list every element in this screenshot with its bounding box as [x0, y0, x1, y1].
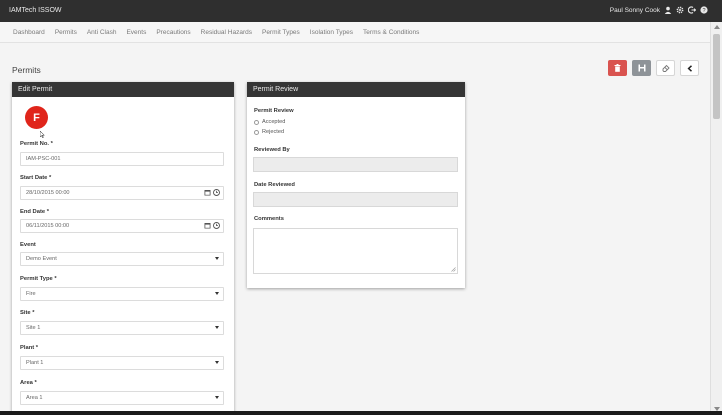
scroll-thumb[interactable]	[713, 34, 720, 119]
nav-item-isolation-types[interactable]: Isolation Types	[305, 29, 358, 36]
calendar-icon[interactable]	[204, 189, 211, 196]
window-frame-bottom	[0, 411, 722, 415]
rejected-label: Rejected	[262, 129, 285, 135]
permit-type-label: Permit Type *	[20, 276, 57, 282]
caret-down-icon	[215, 396, 219, 399]
page-scrollbar[interactable]	[710, 22, 722, 415]
help-icon[interactable]: ?	[700, 6, 708, 14]
caret-down-icon	[215, 292, 219, 295]
area-select[interactable]: Area 1	[20, 391, 224, 405]
accepted-radio[interactable]	[254, 119, 259, 125]
permit-review-label: Permit Review	[254, 108, 294, 114]
app-title[interactable]: IAMTech ISSOW	[9, 7, 62, 14]
accepted-label: Accepted	[262, 119, 286, 125]
nav-item-permit-types[interactable]: Permit Types	[257, 29, 305, 36]
permit-no-value: IAM-PSC-001	[26, 156, 61, 162]
site-select[interactable]: Site 1	[20, 321, 224, 335]
reviewed-by-field[interactable]	[253, 157, 458, 172]
event-label: Event	[20, 242, 36, 248]
start-date-field[interactable]: 28/10/2015 00:00	[20, 186, 224, 200]
event-value: Demo Event	[26, 256, 57, 262]
eraser-button[interactable]	[656, 60, 675, 76]
caret-down-icon	[215, 326, 219, 329]
event-select[interactable]: Demo Event	[20, 252, 224, 266]
permit-review-title: Permit Review	[247, 82, 465, 97]
permit-type-value: Fire	[26, 291, 36, 297]
site-label: Site *	[20, 310, 35, 316]
comments-label: Comments	[254, 216, 284, 222]
nav-item-dashboard[interactable]: Dashboard	[8, 29, 50, 36]
mouse-cursor-icon	[40, 131, 45, 138]
permit-no-label: Permit No. *	[20, 141, 53, 147]
edit-permit-panel: Edit Permit F Permit No. * IAM-PSC-001 S…	[12, 82, 234, 415]
clock-icon[interactable]	[213, 189, 220, 196]
site-value: Site 1	[26, 325, 41, 331]
rejected-radio[interactable]	[254, 129, 259, 135]
permit-no-field[interactable]: IAM-PSC-001	[20, 152, 224, 166]
nav-item-terms-conditions[interactable]: Terms & Conditions	[358, 29, 424, 36]
start-date-label: Start Date *	[20, 175, 52, 181]
nav-item-anti-clash[interactable]: Anti Clash	[82, 29, 122, 36]
main-nav: Dashboard Permits Anti Clash Events Prec…	[0, 22, 710, 43]
delete-button[interactable]	[608, 60, 627, 76]
nav-item-events[interactable]: Events	[121, 29, 151, 36]
svg-text:?: ?	[702, 8, 705, 14]
reviewed-by-label: Reviewed By	[254, 147, 290, 153]
user-name[interactable]: Paul Sonny Cook	[610, 7, 660, 14]
plant-label: Plant *	[20, 345, 39, 351]
area-value: Area 1	[26, 395, 43, 401]
user-icon[interactable]	[664, 6, 672, 14]
permit-avatar[interactable]: F	[25, 106, 48, 129]
clock-icon[interactable]	[213, 222, 220, 229]
nav-item-permits[interactable]: Permits	[50, 29, 82, 36]
gear-icon[interactable]	[676, 6, 684, 14]
save-icon	[638, 64, 645, 72]
date-reviewed-label: Date Reviewed	[254, 182, 295, 188]
page-title: Permits	[12, 65, 41, 75]
top-bar: IAMTech ISSOW Paul Sonny Cook ?	[0, 0, 722, 22]
nav-item-precautions[interactable]: Precautions	[151, 29, 195, 36]
calendar-icon[interactable]	[204, 222, 211, 229]
end-date-label: End Date *	[20, 209, 49, 215]
comments-textarea[interactable]	[253, 228, 458, 274]
save-button[interactable]	[632, 60, 651, 76]
user-area: Paul Sonny Cook ?	[610, 6, 708, 14]
plant-select[interactable]: Plant 1	[20, 356, 224, 370]
trash-icon	[614, 64, 621, 72]
edit-permit-title: Edit Permit	[12, 82, 234, 97]
start-date-value: 28/10/2015 00:00	[26, 190, 70, 196]
back-button[interactable]	[680, 60, 699, 76]
caret-down-icon	[215, 257, 219, 260]
caret-down-icon	[215, 361, 219, 364]
area-label: Area *	[20, 380, 37, 386]
plant-value: Plant 1	[26, 360, 44, 366]
accepted-option[interactable]: Accepted	[254, 119, 285, 125]
permit-type-select[interactable]: Fire	[20, 287, 224, 301]
end-date-field[interactable]: 06/11/2015 00:00	[20, 219, 224, 233]
end-date-value: 06/11/2015 00:00	[26, 223, 70, 229]
chevron-left-icon	[686, 64, 692, 72]
date-reviewed-field[interactable]	[253, 192, 458, 207]
permit-review-panel: Permit Review Permit Review Accepted Rej…	[247, 82, 465, 288]
logout-icon[interactable]	[688, 6, 696, 14]
nav-item-residual-hazards[interactable]: Residual Hazards	[196, 29, 257, 36]
resize-handle-icon[interactable]	[451, 267, 456, 272]
rejected-option[interactable]: Rejected	[254, 129, 284, 135]
scroll-up-arrow[interactable]	[714, 25, 720, 29]
app-window: IAMTech ISSOW Paul Sonny Cook ? Dashboar…	[0, 0, 722, 415]
eraser-icon	[662, 64, 670, 72]
